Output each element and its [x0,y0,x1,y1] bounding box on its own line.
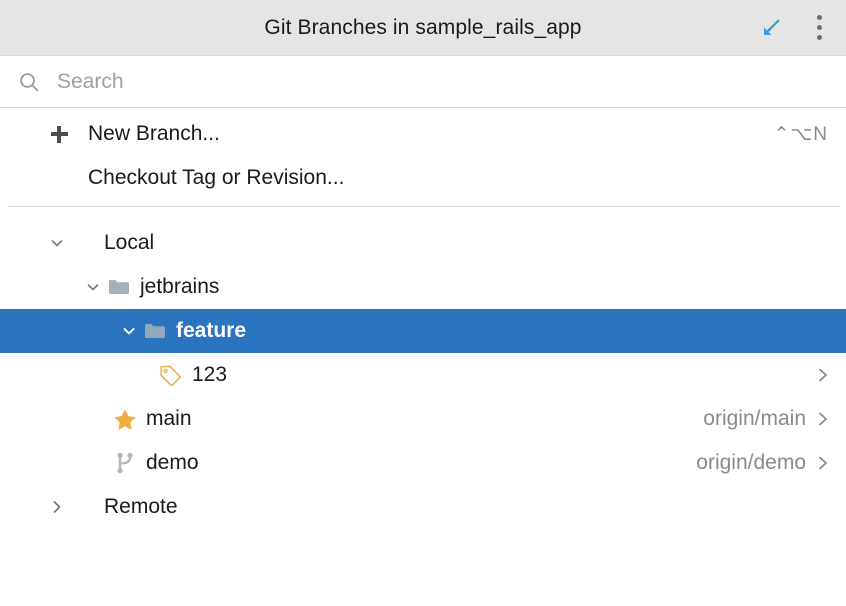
actions-list: New Branch... ⌃⌥N Checkout Tag or Revisi… [0,108,846,200]
arrow-down-left-icon[interactable] [754,11,788,45]
chevron-down-icon[interactable] [80,265,106,309]
titlebar-actions [754,0,836,55]
new-branch-action[interactable]: New Branch... ⌃⌥N [0,112,846,156]
empty-icon-slot [70,221,96,265]
tree-label-demo: demo [146,451,199,474]
search-input[interactable] [57,69,846,94]
tracking-label: origin/main [703,407,806,430]
chevron-right-icon[interactable] [44,485,70,529]
folder-icon [106,265,132,309]
chevron-right-icon[interactable] [816,366,830,384]
tree-label-123: 123 [192,363,228,386]
tree-row-main[interactable]: main origin/main [0,397,846,441]
git-branches-popup: Git Branches in sample_rails_app Search … [0,0,846,606]
tree-label-feature: feature [176,319,247,342]
checkout-tag-or-revision-action[interactable]: Checkout Tag or Revision... [0,156,846,200]
star-icon [112,397,138,441]
tree-label-jetbrains: jetbrains [140,275,220,298]
tag-icon [158,353,184,397]
new-branch-label: New Branch... [88,122,220,145]
search-row[interactable] [0,56,846,108]
plus-icon [44,125,74,143]
folder-icon [142,309,168,353]
checkout-tag-or-revision-label: Checkout Tag or Revision... [88,166,345,189]
tree-row-demo[interactable]: demo origin/demo [0,441,846,485]
empty-icon-slot [70,485,96,529]
tree-label-remote: Remote [104,495,178,518]
tree-row-trailing [806,366,830,384]
tree-row-trailing: origin/main [703,407,830,431]
new-branch-shortcut: ⌃⌥N [773,123,828,145]
chevron-right-icon[interactable] [816,410,830,428]
search-icon [16,69,42,95]
chevron-down-icon[interactable] [116,309,142,353]
tree-row-trailing: origin/demo [696,451,830,475]
tree-label-local: Local [104,231,155,254]
branch-icon [112,441,138,485]
chevron-down-icon[interactable] [44,221,70,265]
more-vertical-icon[interactable] [802,11,836,45]
chevron-right-icon[interactable] [816,454,830,472]
tracking-label: origin/demo [696,451,806,474]
tree-row-remote[interactable]: Remote [0,485,846,529]
tree-row-123[interactable]: 123 [0,353,846,397]
tree-row-jetbrains[interactable]: jetbrains [0,265,846,309]
tree-row-local[interactable]: Local [0,221,846,265]
branches-tree: Local jetbrains feature 123 main origin/… [0,207,846,606]
popup-titlebar: Git Branches in sample_rails_app [0,0,846,56]
tree-row-feature[interactable]: feature [0,309,846,353]
popup-title: Git Branches in sample_rails_app [264,15,582,39]
tree-label-main: main [146,407,192,430]
